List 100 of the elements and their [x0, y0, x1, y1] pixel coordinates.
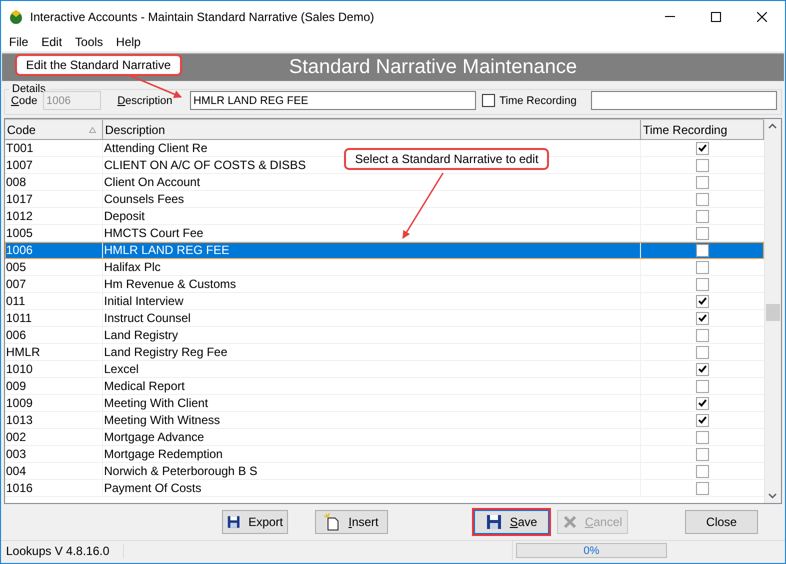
table-cell: Land Registry — [103, 327, 641, 343]
table-row[interactable]: 1010 Lexcel — [5, 361, 764, 378]
table-cell: Deposit — [103, 208, 641, 224]
table-row[interactable]: 006 Land Registry — [5, 327, 764, 344]
table-cell: Halifax Plc — [103, 259, 641, 275]
checkbox[interactable] — [696, 176, 709, 188]
table-cell: 006 — [5, 327, 103, 343]
table-cell: Hm Revenue & Customs — [103, 276, 641, 292]
table-cell: 1005 — [5, 225, 103, 241]
status-text: Lookups V 4.8.16.0 — [1, 544, 124, 558]
checkbox[interactable] — [696, 380, 709, 392]
table-row[interactable]: 008 Client On Account — [5, 174, 764, 191]
scroll-down-icon[interactable] — [768, 493, 777, 499]
checkbox[interactable] — [696, 226, 709, 240]
checkbox[interactable] — [696, 158, 709, 172]
table-cell: 009 — [5, 378, 103, 394]
table-cell: 002 — [5, 429, 103, 445]
table-cell: Meeting With Client — [103, 395, 641, 411]
checkbox[interactable] — [696, 294, 709, 308]
table-cell: T001 — [5, 140, 103, 156]
table-cell: 1011 — [5, 310, 103, 326]
table-row[interactable]: 009 Medical Report — [5, 378, 764, 395]
table-row[interactable]: 004 Norwich & Peterborough B S — [5, 463, 764, 480]
toolbar-button[interactable]: Insert — [315, 510, 388, 534]
table-cell: 007 — [5, 276, 103, 292]
field-label: Description — [117, 94, 172, 106]
checkbox[interactable] — [696, 346, 709, 358]
scroll-up-icon[interactable] — [768, 123, 777, 129]
table-cell: 1016 — [5, 480, 103, 496]
table-cell: Medical Report — [103, 378, 641, 394]
checkbox[interactable] — [696, 482, 709, 494]
checkbox[interactable] — [696, 414, 709, 426]
table-row[interactable]: 1006 HMLR LAND REG FEE — [5, 242, 764, 259]
table-row[interactable]: 002 Mortgage Advance — [5, 429, 764, 446]
scrollbar[interactable] — [764, 119, 781, 503]
table-cell: 004 — [5, 463, 103, 479]
table-cell: Meeting With Witness — [103, 412, 641, 428]
checkbox[interactable] — [696, 448, 709, 460]
toolbar-button[interactable]: Export — [222, 510, 288, 534]
new-document-icon — [324, 513, 340, 531]
checkbox[interactable] — [696, 278, 709, 290]
table-cell: 1010 — [5, 361, 103, 377]
maximize-icon[interactable] — [711, 12, 721, 22]
menu-item[interactable]: Help — [110, 34, 148, 48]
dialog-button[interactable]: Close — [685, 510, 758, 534]
table-row[interactable]: 1016 Payment Of Costs — [5, 480, 764, 497]
sort-icon — [89, 126, 96, 132]
table-cell: HMCTS Court Fee — [103, 225, 641, 241]
table-row[interactable]: 1009 Meeting With Client — [5, 395, 764, 412]
table-row[interactable]: 1012 Deposit — [5, 208, 764, 225]
callout-arrow — [130, 75, 182, 98]
cross-icon — [562, 515, 577, 529]
callout: Edit the Standard Narrative — [15, 54, 182, 76]
table-cell: HMLR — [5, 344, 103, 360]
table-cell: 005 — [5, 259, 103, 275]
checkbox[interactable] — [696, 260, 709, 274]
table-cell: 1006 — [5, 242, 103, 258]
table-cell: Norwich & Peterborough B S — [103, 463, 641, 479]
table-cell: Lexcel — [103, 361, 641, 377]
input-field[interactable] — [591, 91, 777, 110]
table-row[interactable]: 003 Mortgage Redemption — [5, 446, 764, 463]
menu-item[interactable]: Edit — [35, 34, 70, 48]
table-cell: Counsels Fees — [103, 191, 641, 207]
checkbox[interactable] — [696, 210, 709, 222]
checkbox[interactable] — [696, 464, 709, 478]
toolbar-button[interactable]: Save — [474, 510, 549, 534]
scroll-thumb[interactable] — [766, 304, 780, 321]
checkbox[interactable] — [696, 192, 709, 206]
menu-item[interactable]: Tools — [69, 34, 110, 48]
checkbox[interactable] — [696, 362, 709, 376]
table-row[interactable]: 011 Initial Interview — [5, 293, 764, 310]
close-icon[interactable] — [757, 12, 767, 22]
table-cell: 011 — [5, 293, 103, 309]
description-field[interactable]: HMLR LAND REG FEE — [190, 91, 476, 110]
checkbox[interactable] — [696, 328, 709, 342]
details-group: Details Code 1006 Description HMLR LAND REG FEE Time Recording — [4, 83, 782, 115]
callout: Select a Standard Narrative to edit — [344, 148, 550, 170]
table-row[interactable]: 1017 Counsels Fees — [5, 191, 764, 208]
table-row[interactable]: 1013 Meeting With Witness — [5, 412, 764, 429]
table-row[interactable]: 007 Hm Revenue & Customs — [5, 276, 764, 293]
table-cell: Land Registry Reg Fee — [103, 344, 641, 360]
checkbox[interactable] — [696, 430, 709, 444]
table-row[interactable]: HMLR Land Registry Reg Fee — [5, 344, 764, 361]
column-header[interactable]: Code — [5, 120, 103, 139]
table-row[interactable]: 1011 Instruct Counsel — [5, 310, 764, 327]
column-header[interactable]: Description — [103, 120, 641, 139]
field-label: Code — [11, 94, 38, 106]
menu-item[interactable]: File — [3, 34, 36, 48]
checkbox[interactable] — [482, 94, 496, 107]
checkbox[interactable] — [696, 142, 709, 154]
table-cell: 003 — [5, 446, 103, 462]
table-row[interactable]: 005 Halifax Plc — [5, 259, 764, 276]
checkbox[interactable] — [696, 396, 709, 410]
table-cell: Instruct Counsel — [103, 310, 641, 326]
checkbox[interactable] — [696, 244, 709, 256]
table-cell: 1017 — [5, 191, 103, 207]
window-title: Interactive Accounts - Maintain Standard Narrative (Sales Demo) — [30, 10, 376, 24]
progress-reading: 0% — [584, 544, 600, 556]
table-cell: 1007 — [5, 157, 103, 173]
checkbox[interactable] — [696, 312, 709, 324]
